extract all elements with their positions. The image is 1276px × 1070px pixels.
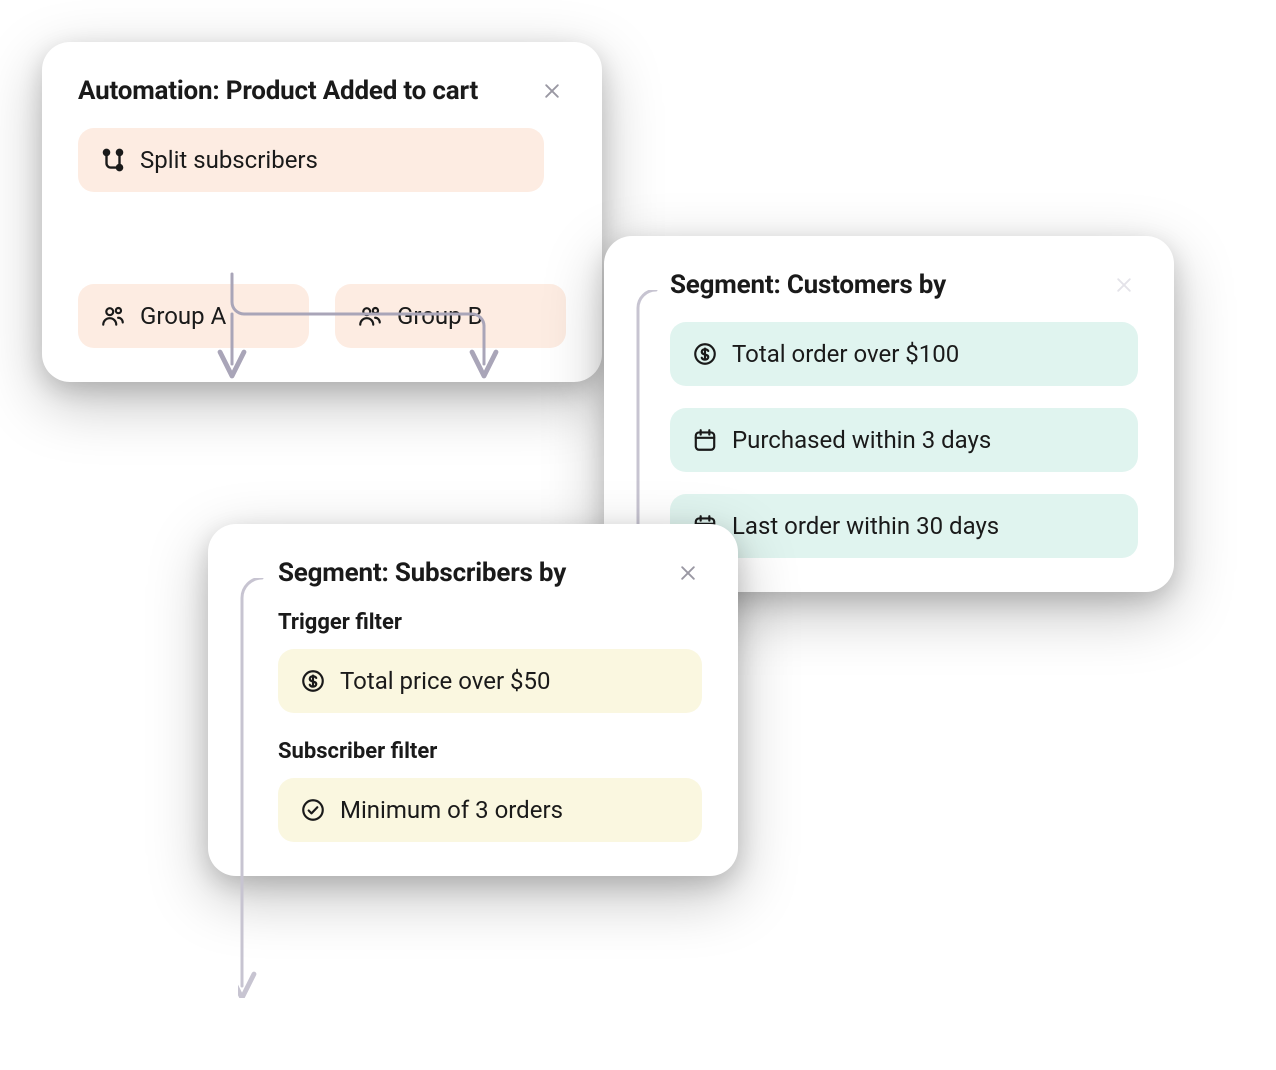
dollar-icon xyxy=(692,341,718,367)
trigger-filter-heading: Trigger filter xyxy=(278,610,702,635)
check-icon xyxy=(300,797,326,823)
split-subscribers-chip[interactable]: Split subscribers xyxy=(78,128,544,192)
close-icon[interactable] xyxy=(538,77,566,105)
automation-header: Automation: Product Added to cart xyxy=(78,76,566,106)
segment-subscribers-card: Segment: Subscribers by Trigger filter T… xyxy=(208,524,738,876)
customers-filter-list: Total order over $100 Purchased within 3… xyxy=(670,322,1138,558)
filter-total-order[interactable]: Total order over $100 xyxy=(670,322,1138,386)
trigger-filter-section: Trigger filter Total price over $50 xyxy=(278,610,702,713)
users-icon xyxy=(100,303,126,329)
split-label: Split subscribers xyxy=(140,146,318,174)
subscribers-connector xyxy=(238,578,264,998)
split-icon xyxy=(100,147,126,173)
automation-title: Automation: Product Added to cart xyxy=(78,76,478,106)
filter-last-order-30-days[interactable]: Last order within 30 days xyxy=(670,494,1138,558)
subscriber-filter-section: Subscriber filter Minimum of 3 orders xyxy=(278,739,702,842)
trigger-filter-label: Total price over $50 xyxy=(340,667,551,695)
customers-header: Segment: Customers by xyxy=(670,270,1138,300)
trigger-filter-chip[interactable]: Total price over $50 xyxy=(278,649,702,713)
flow-connector xyxy=(192,274,512,384)
close-icon[interactable] xyxy=(674,559,702,587)
subscriber-filter-label: Minimum of 3 orders xyxy=(340,796,563,824)
customers-title: Segment: Customers by xyxy=(670,270,946,300)
close-icon[interactable] xyxy=(1110,271,1138,299)
calendar-icon xyxy=(692,427,718,453)
subscribers-title: Segment: Subscribers by xyxy=(278,558,566,588)
filter-label: Total order over $100 xyxy=(732,340,959,368)
subscriber-filter-chip[interactable]: Minimum of 3 orders xyxy=(278,778,702,842)
filter-label: Last order within 30 days xyxy=(732,512,999,540)
subscribers-header: Segment: Subscribers by xyxy=(278,558,702,588)
dollar-icon xyxy=(300,668,326,694)
subscriber-filter-heading: Subscriber filter xyxy=(278,739,702,764)
automation-card: Automation: Product Added to cart Split … xyxy=(42,42,602,382)
filter-purchased-3-days[interactable]: Purchased within 3 days xyxy=(670,408,1138,472)
filter-label: Purchased within 3 days xyxy=(732,426,991,454)
